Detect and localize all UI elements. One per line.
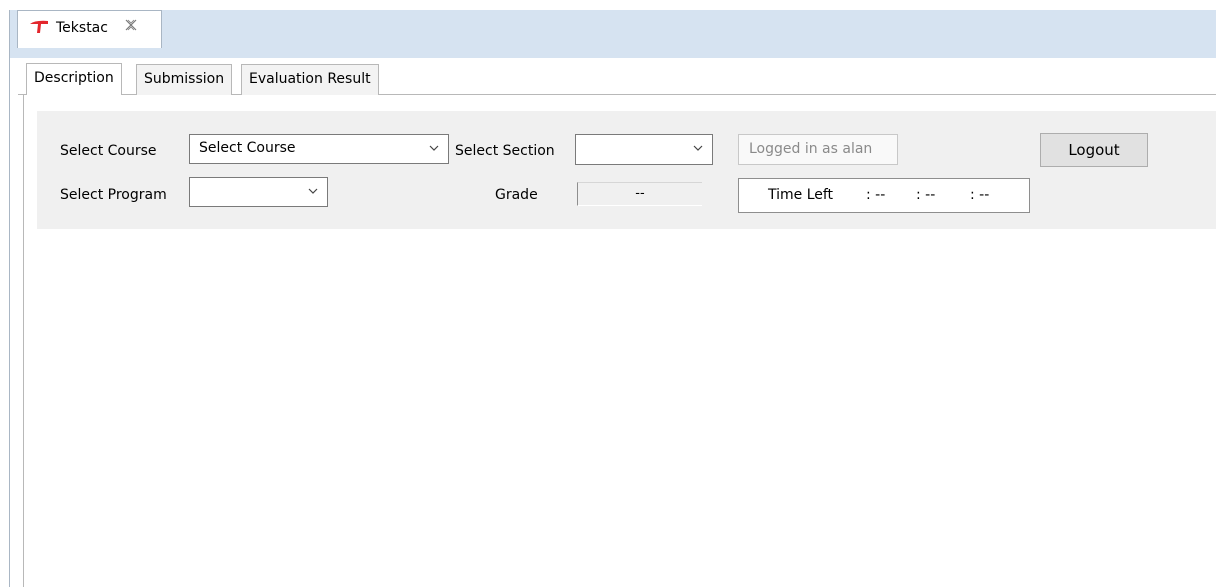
select-program-label: Select Program [60,187,167,203]
control-panel [37,111,1216,229]
select-course-dropdown[interactable]: Select Course [189,134,449,164]
logged-in-field: Logged in as alan [738,134,898,165]
chevron-down-icon [429,145,439,151]
select-course-label: Select Course [60,143,157,159]
tab-description[interactable]: Description [26,63,122,95]
tekstac-logo-icon [30,20,48,33]
chevron-down-icon [308,188,318,194]
grade-label: Grade [495,187,538,203]
time-hours: : -- [866,187,886,203]
time-left-label: Time Left [768,187,834,203]
select-program-dropdown[interactable] [189,177,328,207]
view-tab-title: Tekstac [56,20,108,36]
left-frame-border [9,10,10,587]
tab-evaluation-result[interactable]: Evaluation Result [241,64,379,95]
time-seconds: : -- [970,187,990,203]
grade-value: -- [577,182,702,206]
time-minutes: : -- [916,187,936,203]
view-tab-bar [9,10,1216,58]
select-section-label: Select Section [455,143,555,159]
select-section-dropdown[interactable] [575,134,713,165]
select-course-value: Select Course [199,140,296,156]
close-view-icon[interactable] [124,18,138,32]
chevron-down-icon [693,145,703,151]
tab-submission[interactable]: Submission [136,64,233,95]
logout-button[interactable]: Logout [1040,133,1148,167]
